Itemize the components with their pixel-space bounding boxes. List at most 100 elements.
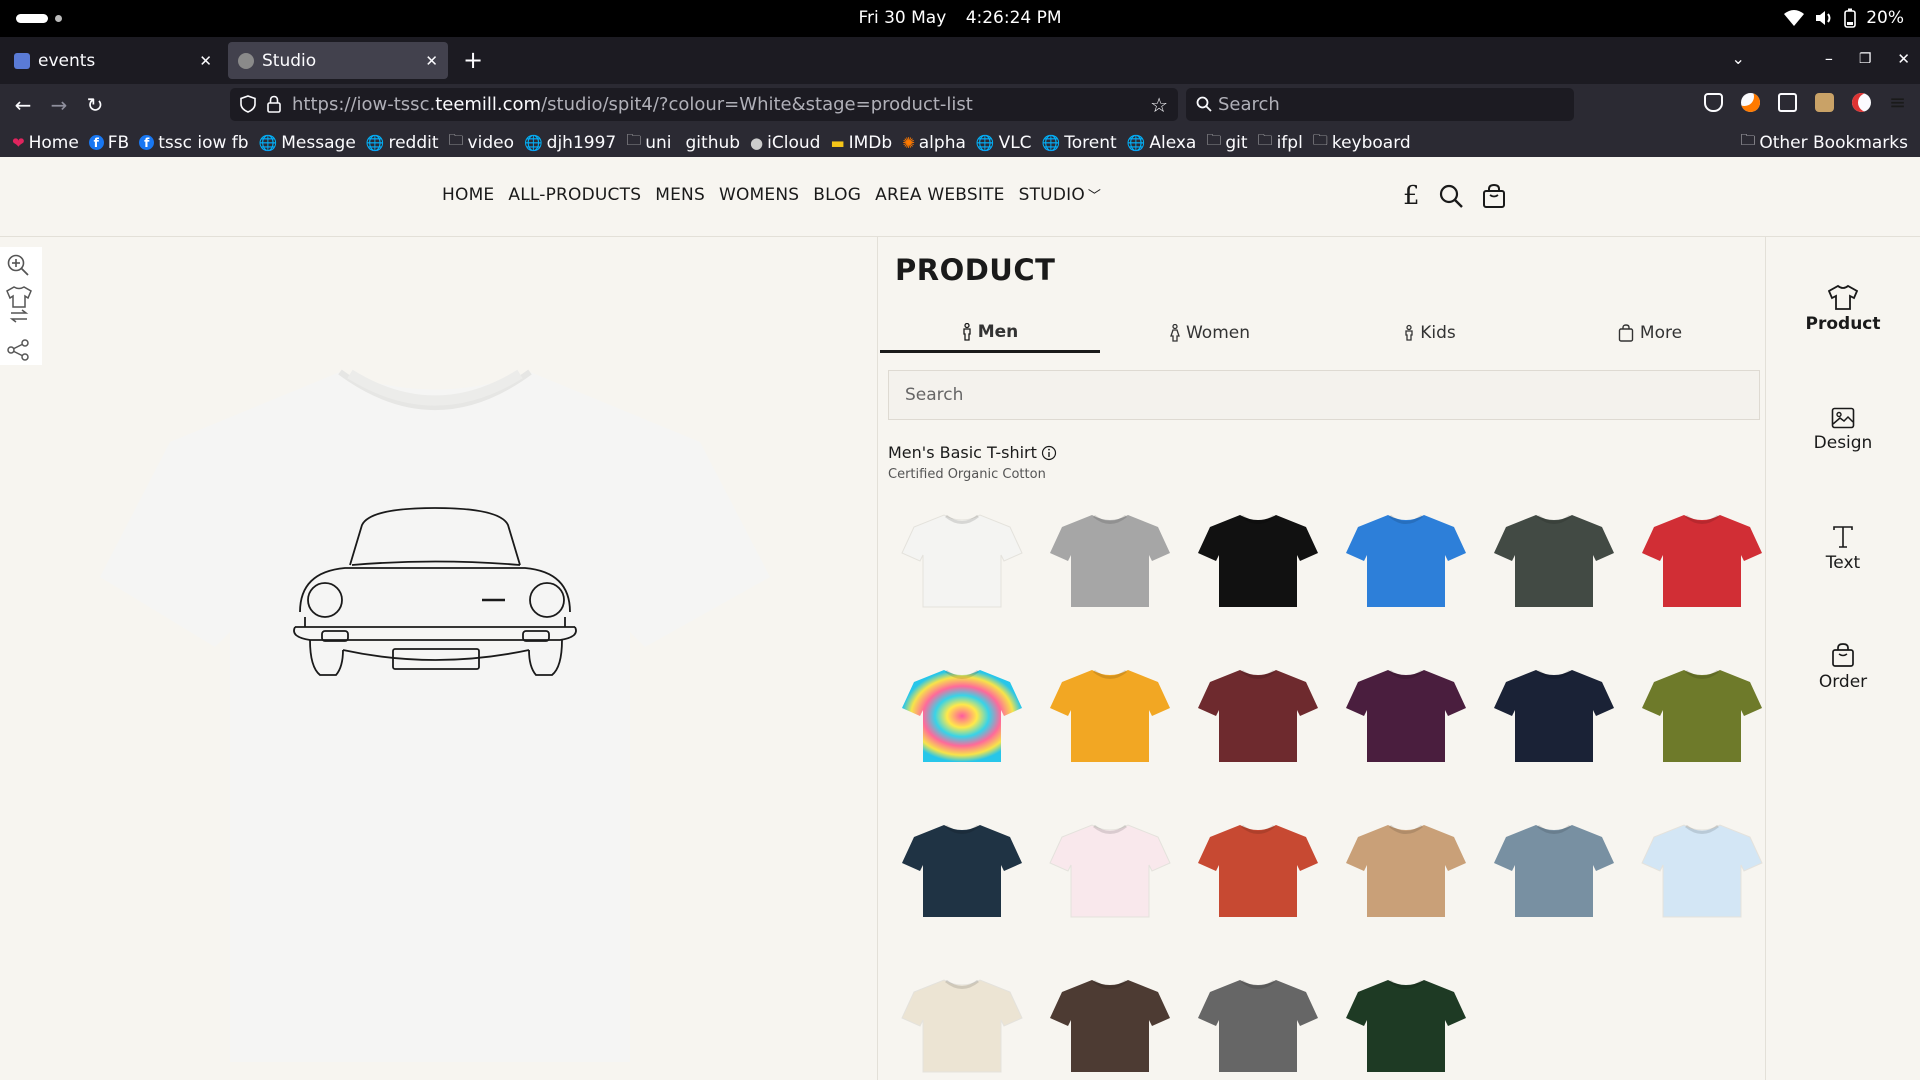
color-swatch[interactable] [1184,654,1332,802]
design-preview[interactable] [0,237,877,1080]
bookmark-fb[interactable]: f FB [88,130,129,155]
color-swatch[interactable] [1036,654,1184,802]
bookmark-torent[interactable]: 🌐 Torent [1042,130,1117,155]
color-swatch[interactable] [888,809,1036,957]
nav-mens[interactable]: MENS [655,185,705,205]
bookmark-alpha[interactable]: ✺ alpha [902,130,966,155]
minimize-icon[interactable]: – [1825,49,1833,68]
color-swatch[interactable] [888,654,1036,802]
script-extension-icon[interactable] [1852,93,1872,112]
account-extension-icon[interactable] [1741,93,1761,112]
bookmark-video[interactable]: 🗀 video [449,130,514,155]
category-tabs: Men Women Kids More [880,313,1760,353]
site-header: HOME ALL-PRODUCTS MENS WOMENS BLOG AREA … [0,157,1920,237]
bookmarks-bar: ❤ Home f FB f tssc iow fb 🌐 Message 🌐 reddit 🗀 vide… [0,126,1920,157]
bookmark-keyboard[interactable]: 🗀 keyboard [1313,130,1411,155]
bookmark-uni[interactable]: 🗀 uni [626,130,671,155]
color-swatch[interactable] [1480,499,1628,647]
color-swatch[interactable] [1332,809,1480,957]
tab-studio[interactable]: Studio ✕ [228,42,448,79]
tab-events[interactable]: events ✕ [4,42,222,79]
bookmark-djh1997[interactable]: 🌐 djh1997 [524,130,616,155]
bookmark-label: VLC [998,132,1032,153]
bookmark-alexa[interactable]: 🌐 Alexa [1127,130,1197,155]
cart-bag-icon[interactable] [1482,183,1506,209]
facebook-icon: f [88,135,104,150]
extensions-puzzle-icon[interactable] [1778,93,1798,112]
folder-icon: 🗀 [448,131,464,149]
search-icon[interactable] [1438,183,1464,209]
bookmark-vlc[interactable]: 🌐 VLC [976,130,1032,155]
swap-view-icon[interactable] [6,285,32,325]
back-icon[interactable]: ← [10,92,36,118]
bookmark-star-icon[interactable]: ☆ [1150,93,1168,117]
color-swatch[interactable] [1036,809,1184,957]
close-tab-icon[interactable]: ✕ [425,52,438,70]
info-icon[interactable] [1041,445,1057,461]
color-swatch[interactable] [888,964,1036,1080]
menu-icon[interactable]: ≡ [1889,92,1906,112]
tab-more[interactable]: More [1540,313,1760,353]
other-bookmarks[interactable]: 🗀 Other Bookmarks [1740,130,1908,155]
bookmark-icloud[interactable]: ● iCloud [750,130,820,155]
tab-kids[interactable]: Kids [1320,313,1540,353]
bookmark-git[interactable]: 🗀 git [1206,130,1247,155]
color-swatch[interactable] [1332,499,1480,647]
color-swatch[interactable] [1036,499,1184,647]
color-swatch[interactable] [1628,499,1776,647]
bookmark-message[interactable]: 🌐 Message [259,130,356,155]
shield-icon[interactable] [240,95,256,113]
nav-all-products[interactable]: ALL-PRODUCTS [508,185,641,205]
bookmark-github[interactable]: github [682,130,741,155]
reload-icon[interactable]: ↻ [82,92,108,118]
bookmark-ifpl[interactable]: 🗀 ifpl [1258,130,1303,155]
close-tab-icon[interactable]: ✕ [199,52,212,70]
tab-women[interactable]: Women [1100,313,1320,353]
step-design[interactable]: Design [1766,407,1920,453]
close-window-icon[interactable]: ✕ [1897,50,1910,68]
color-swatch[interactable] [1332,654,1480,802]
color-swatch[interactable] [888,499,1036,647]
step-product[interactable]: Product [1766,284,1920,334]
color-swatch[interactable] [1628,654,1776,802]
color-swatch[interactable] [1184,809,1332,957]
pocket-icon[interactable] [1704,93,1724,112]
nav-womens[interactable]: WOMENS [719,185,799,205]
nav-studio[interactable]: STUDIO ﹀ [1019,185,1102,205]
color-swatch[interactable] [1184,499,1332,647]
step-order[interactable]: Order [1766,642,1920,692]
browser-search-box[interactable]: Search [1186,88,1574,121]
nav-blog[interactable]: BLOG [813,185,861,205]
zoom-in-icon[interactable] [6,253,30,277]
color-swatch[interactable] [1480,809,1628,957]
color-swatch[interactable] [1628,809,1776,957]
color-swatch[interactable] [1332,964,1480,1080]
system-tray[interactable]: 20% [1784,8,1904,28]
bookmark-home[interactable]: ❤ Home [12,130,79,155]
currency-selector[interactable]: £ [1403,182,1420,210]
step-text[interactable]: Text [1766,525,1920,573]
address-bar[interactable]: https://iow-tssc.teemill.com/studio/spit… [230,88,1178,121]
bookmark-reddit[interactable]: 🌐 reddit [366,130,439,155]
tab-men[interactable]: Men [880,313,1100,353]
nav-area-website[interactable]: AREA WEBSITE [875,185,1004,205]
product-search-input[interactable]: Search [888,370,1760,420]
os-clock[interactable]: Fri 30 May 4:26:24 PM [0,8,1920,28]
restore-icon[interactable]: ❐ [1859,51,1872,67]
new-tab-button[interactable]: + [458,45,488,75]
forward-icon[interactable]: → [46,92,72,118]
tshirt-swatch-icon [1346,824,1466,917]
bag-icon [1832,643,1854,667]
bookmark-imdb[interactable]: ▬ IMDb [830,130,892,155]
color-swatch[interactable] [1480,654,1628,802]
share-icon[interactable] [6,339,30,361]
bookmark-label: reddit [388,132,439,153]
lock-icon[interactable] [267,95,281,113]
wallet-extension-icon[interactable] [1815,93,1835,112]
rail-label: Product [1805,314,1881,334]
bookmark-tssc-iow-fb[interactable]: f tssc iow fb [139,130,249,155]
list-tabs-icon[interactable]: ⌄ [1731,49,1744,68]
color-swatch[interactable] [1036,964,1184,1080]
color-swatch[interactable] [1184,964,1332,1080]
nav-home[interactable]: HOME [442,185,494,205]
